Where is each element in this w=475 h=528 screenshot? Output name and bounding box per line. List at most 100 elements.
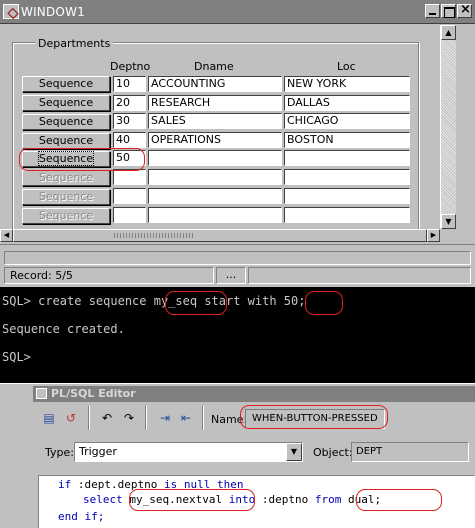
compile-icon[interactable]: ▤: [40, 409, 58, 427]
scrollbar-thumb[interactable]: [13, 229, 427, 242]
redo-icon[interactable]: ↷: [120, 409, 138, 427]
editor-window-icon[interactable]: [36, 388, 47, 399]
dname-field[interactable]: ACCOUNTING: [148, 76, 282, 92]
code-editor[interactable]: if :dept.deptno is null then select my_s…: [38, 475, 475, 528]
toolbar-separator: [145, 406, 147, 430]
loc-field[interactable]: [284, 207, 410, 223]
code-keyword: if: [58, 478, 72, 491]
close-icon[interactable]: [457, 2, 472, 18]
sequence-button[interactable]: Sequence: [22, 133, 110, 149]
editor-title: PL/SQL Editor: [51, 387, 136, 400]
console-line-result: Sequence created.: [2, 322, 125, 336]
deptno-field[interactable]: 30: [113, 113, 146, 129]
object-label: Object:: [313, 446, 353, 459]
loc-field[interactable]: [284, 150, 410, 166]
horizontal-scrollbar[interactable]: ◀ ▶: [0, 229, 440, 242]
name-label: Name:: [211, 413, 248, 426]
status-line: Record: 5/5 ...: [4, 267, 471, 284]
code-line: select my_seq.nextval into :deptno from …: [83, 493, 381, 506]
type-label: Type:: [45, 446, 74, 459]
indent-icon[interactable]: ⇥: [156, 409, 174, 427]
trigger-name-field[interactable]: WHEN-BUTTON-PRESSED: [245, 409, 385, 429]
deptno-field[interactable]: [113, 207, 146, 223]
loc-field[interactable]: NEW YORK: [284, 76, 410, 92]
sequence-button[interactable]: Sequence: [22, 76, 110, 92]
type-select[interactable]: Trigger ▼: [74, 442, 303, 462]
dname-field[interactable]: [148, 188, 282, 204]
start-value-text: 50;: [283, 294, 306, 308]
frame-title: Departments: [35, 37, 114, 50]
dname-field[interactable]: RESEARCH: [148, 95, 282, 111]
dname-field[interactable]: [148, 207, 282, 223]
sequence-button[interactable]: Sequence: [22, 114, 110, 130]
nextval-expression: my_seq.nextval: [129, 493, 223, 506]
loc-field[interactable]: DALLAS: [284, 95, 410, 111]
scrollbar-grip: [114, 233, 194, 238]
code-keyword: into: [228, 493, 256, 506]
list-of-values-indicator: ...: [216, 267, 246, 284]
type-select-value: Trigger: [79, 445, 117, 458]
chevron-down-icon[interactable]: ▼: [286, 443, 302, 461]
deptno-field[interactable]: 50: [113, 150, 146, 166]
loc-field[interactable]: [284, 169, 410, 185]
revert-icon[interactable]: ↺: [62, 409, 80, 427]
title-bar: WINDOW1: [0, 0, 475, 24]
sequence-button-label: Sequence: [38, 77, 94, 90]
toolbar-separator: [202, 406, 204, 430]
maximize-icon[interactable]: [441, 4, 456, 18]
console-line-create: SQL> create sequence my_seq start with 5…: [2, 294, 305, 308]
sequence-button-label: Sequence: [38, 209, 94, 222]
sequence-button[interactable]: Sequence: [22, 95, 110, 111]
sequence-button[interactable]: Sequence: [22, 151, 110, 167]
dname-field[interactable]: OPERATIONS: [148, 132, 282, 148]
scroll-right-icon[interactable]: ▶: [427, 229, 440, 242]
code-keyword: is null then: [163, 478, 244, 491]
editor-left-strip: [0, 384, 33, 528]
dname-field[interactable]: [148, 169, 282, 185]
loc-field[interactable]: [284, 188, 410, 204]
deptno-field[interactable]: [113, 188, 146, 204]
deptno-field[interactable]: 40: [113, 132, 146, 148]
deptno-field[interactable]: [113, 169, 146, 185]
sequence-button-label: Sequence: [38, 134, 94, 147]
status-bar: Record: 5/5 ...: [0, 244, 475, 287]
loc-field[interactable]: CHICAGO: [284, 113, 410, 129]
dname-field[interactable]: [148, 150, 282, 166]
undo-icon[interactable]: ↶: [98, 409, 116, 427]
outdent-icon[interactable]: ⇤: [177, 409, 195, 427]
minimize-icon[interactable]: [425, 4, 440, 18]
dname-field[interactable]: SALES: [148, 113, 282, 129]
code-text: :deptno: [261, 493, 309, 506]
code-text: dual;: [347, 493, 382, 506]
code-keyword: select: [83, 493, 123, 506]
sequence-button-label: Sequence: [37, 151, 95, 166]
console-start-with-text: start with: [197, 294, 284, 308]
vertical-scrollbar[interactable]: ▲ ▼: [440, 25, 456, 229]
scrollbar-track[interactable]: [441, 40, 456, 214]
sequence-button-label: Sequence: [38, 190, 94, 203]
sequence-button[interactable]: Sequence: [22, 170, 110, 186]
scroll-left-icon[interactable]: ◀: [0, 229, 13, 242]
code-keyword: from: [314, 493, 342, 506]
scroll-up-icon[interactable]: ▲: [441, 25, 456, 40]
oracle-forms-window-icon[interactable]: [3, 4, 19, 19]
window-title: WINDOW1: [21, 5, 85, 19]
code-line: if :dept.deptno is null then: [58, 478, 243, 491]
form-canvas: Departments Deptno Dname Loc Sequence 10…: [0, 25, 440, 237]
object-field[interactable]: DEPT: [351, 442, 469, 462]
message-line: [4, 251, 471, 265]
record-indicator: Record: 5/5: [4, 267, 214, 284]
code-line: end if;: [58, 510, 104, 523]
scroll-down-icon[interactable]: ▼: [441, 214, 456, 229]
status-info-field: [248, 267, 471, 284]
sequence-button[interactable]: Sequence: [22, 208, 110, 224]
sqlplus-console[interactable]: SQL> create sequence my_seq start with 5…: [0, 287, 475, 383]
column-header-deptno: Deptno: [110, 60, 151, 73]
sequence-name-text: my_seq: [153, 294, 198, 308]
console-line-prompt: SQL>: [2, 350, 31, 364]
editor-title-bar: PL/SQL Editor: [33, 386, 475, 402]
deptno-field[interactable]: 10: [113, 76, 146, 92]
deptno-field[interactable]: 20: [113, 95, 146, 111]
sequence-button[interactable]: Sequence: [22, 189, 110, 205]
loc-field[interactable]: BOSTON: [284, 132, 410, 148]
